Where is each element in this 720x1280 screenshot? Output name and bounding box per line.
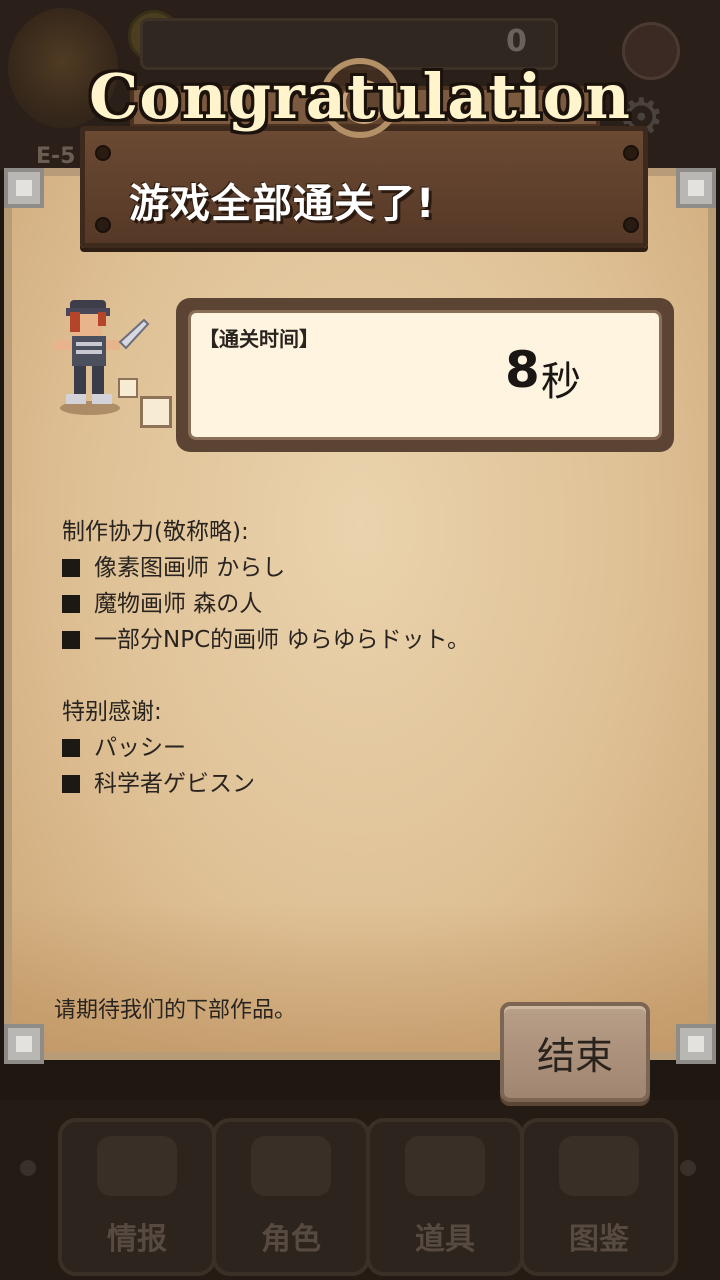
decor-square — [140, 396, 172, 428]
currency-counter: 0 — [506, 24, 527, 59]
book-icon — [559, 1136, 639, 1196]
thanks-text: 科学者ゲビスン — [94, 771, 255, 797]
credit-text: 像素图画师 からし — [94, 555, 286, 581]
thanks-heading: 特别感谢: — [62, 699, 162, 725]
credit-item: 像素图画师 からし — [62, 550, 470, 586]
credit-item: 一部分NPC的画师 ゆらゆらドット。 — [62, 622, 470, 658]
bullet-icon — [62, 739, 80, 757]
footer-message: 请期待我们的下部作品。 — [54, 998, 297, 1023]
tab-items-label: 道具 — [415, 1222, 475, 1257]
thanks-text: パッシー — [94, 735, 186, 761]
credit-text: 一部分NPC的画师 ゆらゆらドット。 — [94, 627, 470, 653]
stage-label: E-5 — [36, 144, 76, 169]
nail-icon — [95, 217, 111, 233]
congratulation-banner: Congratulation — [88, 60, 632, 133]
credits-block: 制作协力(敬称略): 像素图画师 からし 魔物画师 森の人 一部分NPC的画师 … — [62, 514, 470, 802]
decor-square — [118, 378, 138, 398]
thanks-item: パッシー — [62, 730, 470, 766]
tab-character: 角色 — [212, 1118, 370, 1276]
dialog-title: 游戏全部通关了! — [129, 181, 436, 227]
clear-time-inner: 【通关时间】 8 秒 — [188, 310, 662, 440]
panel-corner-bottom-right — [676, 1024, 716, 1064]
panel-corner-bottom-left — [4, 1024, 44, 1064]
character-icon — [251, 1136, 331, 1196]
bullet-icon — [62, 631, 80, 649]
tab-items: 道具 — [366, 1118, 524, 1276]
bullet-icon — [62, 595, 80, 613]
thanks-item: 科学者ゲビスン — [62, 766, 470, 802]
nail-icon — [95, 145, 111, 161]
nav-rivet-left — [20, 1160, 36, 1176]
bullet-icon — [62, 775, 80, 793]
nail-icon — [623, 145, 639, 161]
panel-corner-top-right — [676, 168, 716, 208]
clear-time-box: 【通关时间】 8 秒 — [176, 298, 674, 452]
tab-info: 情报 — [58, 1118, 216, 1276]
clear-time-unit: 秒 — [541, 359, 581, 405]
tab-encyclopedia-label: 图鉴 — [569, 1222, 629, 1257]
tab-character-label: 角色 — [261, 1222, 321, 1257]
tab-encyclopedia: 图鉴 — [520, 1118, 678, 1276]
hero-sprite — [54, 300, 150, 415]
panel-corner-top-left — [4, 168, 44, 208]
header-sign: 游戏全部通关了! — [80, 126, 648, 248]
clear-time-label: 【通关时间】 — [199, 327, 319, 351]
credits-heading: 制作协力(敬称略): — [62, 519, 249, 545]
clear-time-value: 8 — [505, 341, 540, 399]
end-button[interactable]: 结束 — [500, 1002, 650, 1102]
bullet-icon — [62, 559, 80, 577]
nav-rivet-right — [680, 1160, 696, 1176]
tab-info-label: 情报 — [107, 1222, 167, 1257]
nail-icon — [623, 217, 639, 233]
info-icon — [97, 1136, 177, 1196]
chest-icon — [405, 1136, 485, 1196]
credit-text: 魔物画师 森の人 — [94, 591, 263, 617]
credit-item: 魔物画师 森の人 — [62, 586, 470, 622]
